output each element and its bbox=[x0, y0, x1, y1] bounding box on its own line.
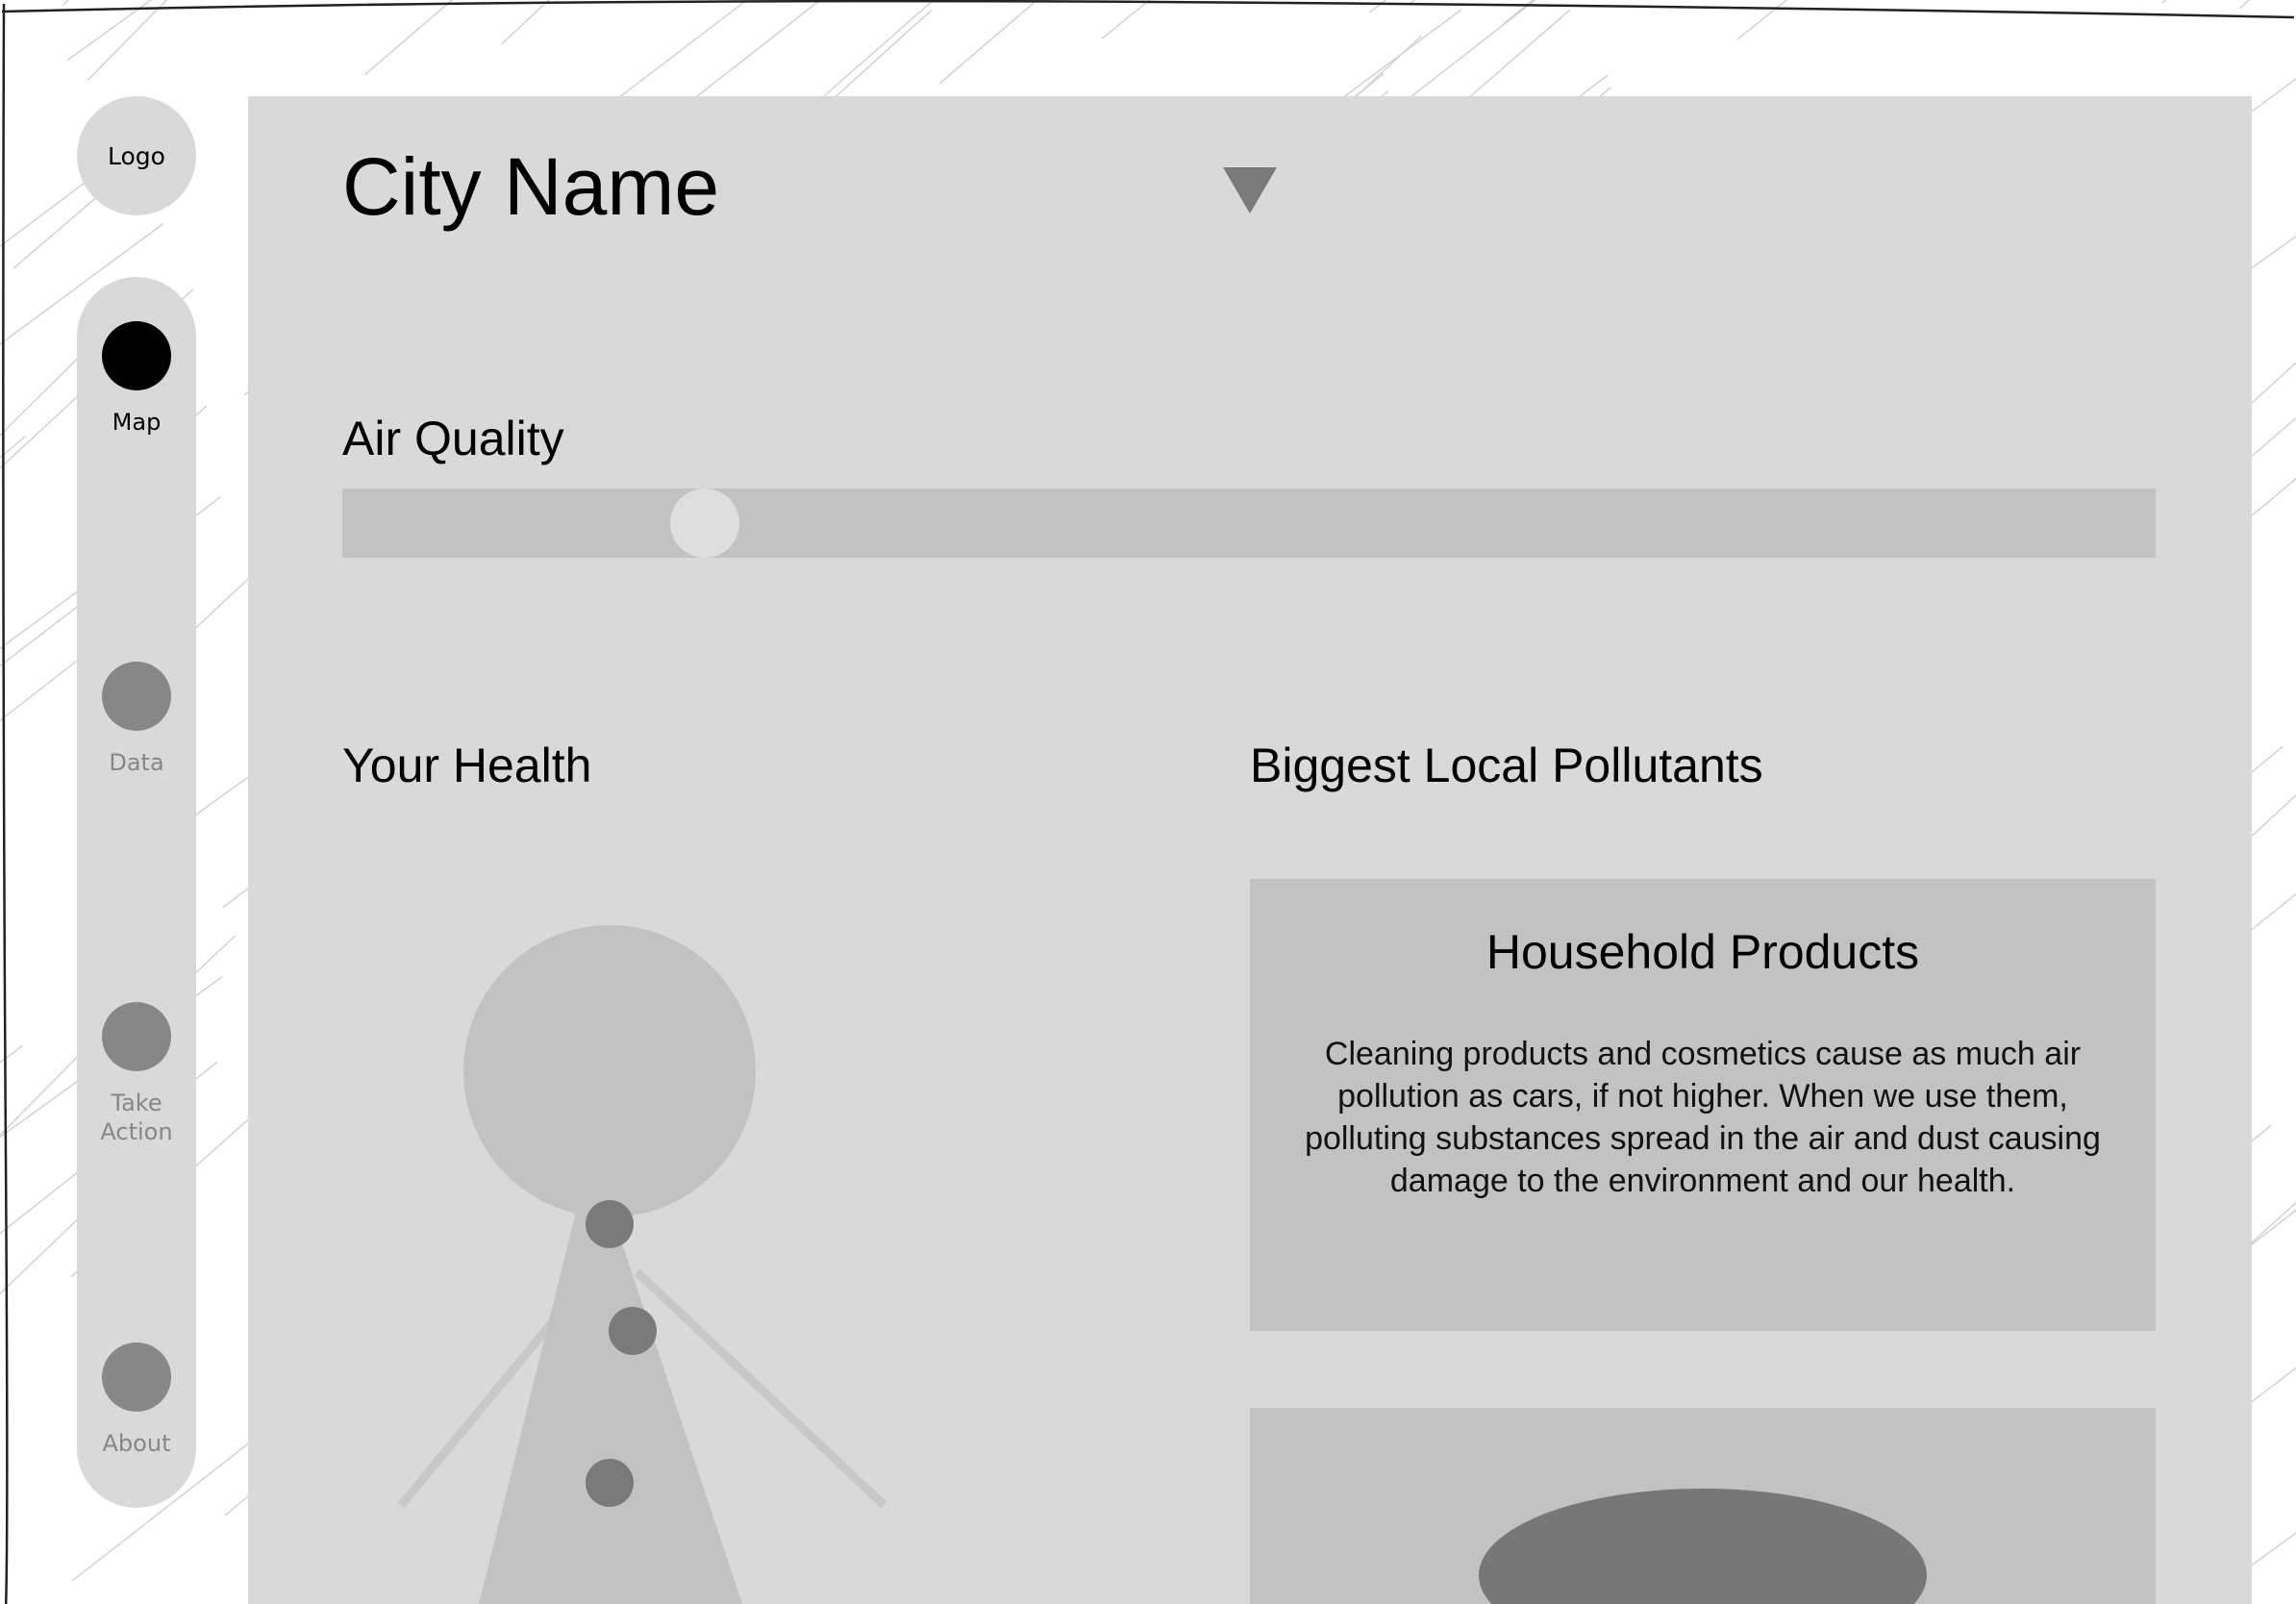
data-icon bbox=[102, 662, 171, 731]
logo-label: Logo bbox=[108, 141, 165, 170]
logo[interactable]: Logo bbox=[77, 96, 196, 215]
health-marker-dot[interactable] bbox=[586, 1200, 634, 1248]
map-icon bbox=[102, 321, 171, 390]
pollutants-title: Biggest Local Pollutants bbox=[1250, 739, 1763, 792]
sidebar-item-label: Take Action bbox=[100, 1090, 173, 1145]
sidebar-item-label: Data bbox=[109, 749, 164, 776]
sidebar-item-label: About bbox=[102, 1430, 171, 1457]
pollutant-card[interactable] bbox=[1250, 1408, 2156, 1604]
main-panel: City Name Air Quality Your Health Bigges… bbox=[248, 96, 2252, 1604]
app-screen: Logo Map Data Take Action About City Nam… bbox=[0, 0, 2296, 1604]
sidebar-item-label: Map bbox=[112, 409, 162, 436]
about-icon bbox=[102, 1342, 171, 1412]
figure-body bbox=[479, 1200, 742, 1604]
pollutant-card-text: Cleaning products and cosmetics cause as… bbox=[1305, 1036, 2101, 1199]
sidebar-item-map[interactable]: Map bbox=[77, 321, 196, 437]
pollutant-card[interactable]: Household Products Cleaning products and… bbox=[1250, 879, 2156, 1331]
sidebar-nav: Map Data Take Action About bbox=[77, 277, 196, 1508]
health-marker-dot[interactable] bbox=[609, 1307, 657, 1355]
sidebar-item-about[interactable]: About bbox=[77, 1342, 196, 1458]
pollutant-card-title: Household Products bbox=[1485, 925, 1920, 979]
health-figure-illustration bbox=[397, 925, 887, 1604]
city-dropdown-caret-icon[interactable] bbox=[1223, 167, 1277, 213]
sidebar-item-data[interactable]: Data bbox=[77, 662, 196, 777]
pollutant-image-placeholder bbox=[1479, 1489, 1927, 1604]
figure-head bbox=[463, 925, 756, 1217]
health-marker-dot[interactable] bbox=[586, 1459, 634, 1507]
take-action-icon bbox=[102, 1002, 171, 1071]
sidebar-item-take-action[interactable]: Take Action bbox=[77, 1002, 196, 1146]
